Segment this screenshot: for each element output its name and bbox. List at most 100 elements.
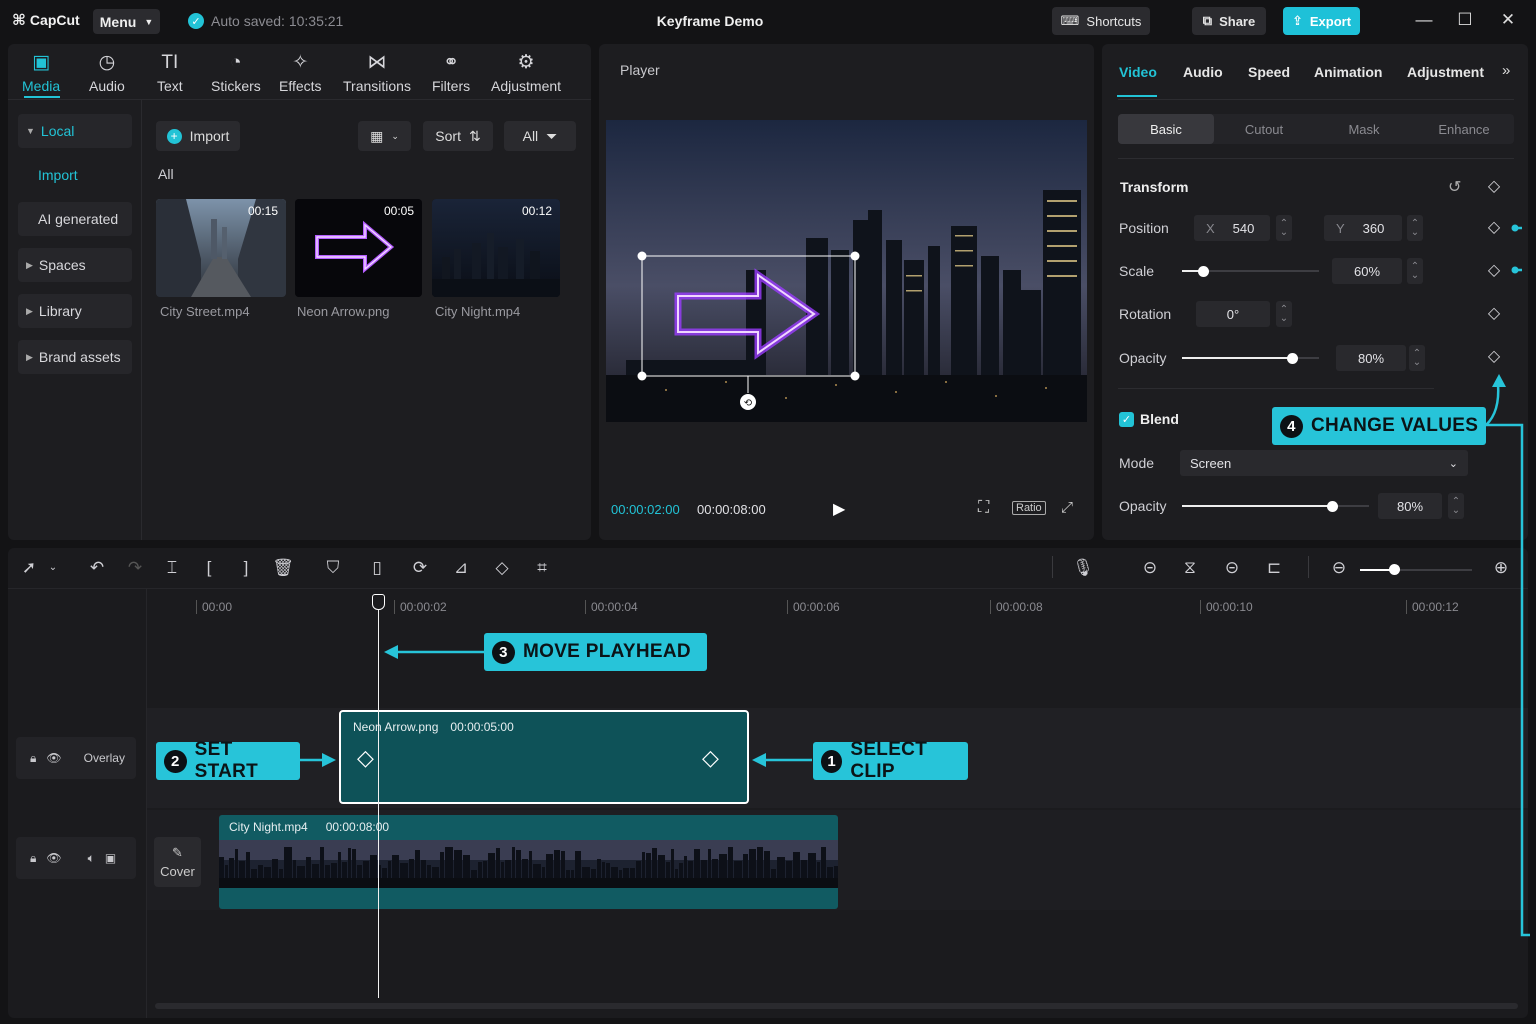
media-thumb-neon-arrow[interactable]: 00:05 xyxy=(295,199,422,297)
position-x-field[interactable]: X 540 xyxy=(1194,215,1270,241)
link-clips-icon[interactable]: ⊝ xyxy=(1221,558,1243,578)
tab-media[interactable]: ▣ Media xyxy=(22,52,60,94)
blend-opacity-stepper[interactable]: ⌃ ⌄ xyxy=(1448,493,1464,519)
maximize-icon[interactable]: ☐ xyxy=(1453,10,1477,30)
subtab-cutout[interactable]: Cutout xyxy=(1216,114,1312,144)
cover-button[interactable]: ✎ Cover xyxy=(154,837,201,887)
overlay-clip-neon-arrow[interactable]: Neon Arrow.png 00:00:05:00 ◇ ◇ xyxy=(339,710,749,804)
tab-transitions[interactable]: ⋈ Transitions xyxy=(343,52,411,94)
tab-filters[interactable]: ⚭ Filters xyxy=(432,52,470,94)
scale-slider-knob[interactable] xyxy=(1197,266,1209,277)
blend-opacity-slider-knob[interactable] xyxy=(1326,501,1338,512)
chevron-down-icon[interactable]: ⌄ xyxy=(42,562,64,573)
eye-icon[interactable]: 👁︎ xyxy=(46,751,61,765)
tab-video[interactable]: Video xyxy=(1119,64,1157,80)
minimize-icon[interactable]: — xyxy=(1412,10,1436,30)
sidebar-item-ai-generated[interactable]: AI generated xyxy=(18,202,132,236)
scale-keyframe-icon[interactable]: ◇ xyxy=(1486,263,1502,279)
sidebar-item-spaces[interactable]: ▶ Spaces xyxy=(18,248,132,282)
y-stepper[interactable]: ⌃ ⌄ xyxy=(1407,215,1423,241)
close-icon[interactable]: ✕ xyxy=(1496,10,1520,30)
select-cursor-icon[interactable]: ➚ xyxy=(18,558,40,578)
trim-right-icon[interactable]: ] xyxy=(235,558,257,578)
delete-icon[interactable]: 🗑 xyxy=(272,558,294,578)
tab-stickers[interactable]: ◔ Stickers xyxy=(211,52,261,94)
zoom-out-icon[interactable]: ⊖ xyxy=(1328,558,1350,578)
export-button[interactable]: ⇪ Export xyxy=(1283,7,1360,35)
blend-opacity-field[interactable]: 80% xyxy=(1378,493,1442,519)
sort-button[interactable]: Sort ⇅ xyxy=(423,121,493,151)
marker-icon[interactable]: ⛉ xyxy=(322,558,344,578)
lock-icon[interactable]: 🔒︎ xyxy=(30,851,36,866)
rotation-keyframe-icon[interactable]: ◇ xyxy=(1486,306,1502,322)
tab-text[interactable]: TI Text xyxy=(157,52,183,94)
x-stepper[interactable]: ⌃ ⌄ xyxy=(1276,215,1292,241)
video-clip-city-night[interactable]: City Night.mp4 00:00:08:00 xyxy=(219,815,838,909)
redo-icon[interactable]: ↷ xyxy=(124,558,146,578)
opacity-slider-knob[interactable] xyxy=(1286,353,1298,364)
link-icon[interactable]: ⊝ xyxy=(1139,558,1161,578)
tab-audio[interactable]: Audio xyxy=(1183,64,1223,80)
crop-icon[interactable]: ⌗ xyxy=(531,558,553,578)
rotation-field[interactable]: 0° xyxy=(1196,301,1270,327)
speed-icon[interactable]: ⟳ xyxy=(409,558,431,578)
chevron-right-icon[interactable]: » xyxy=(1502,62,1510,79)
play-icon[interactable]: ▶ xyxy=(833,499,845,519)
scale-slider[interactable] xyxy=(1182,266,1319,277)
split-screen-icon[interactable]: ⊏ xyxy=(1263,558,1285,578)
preview-canvas[interactable]: ⟲ xyxy=(606,120,1087,422)
opacity-field[interactable]: 80% xyxy=(1336,345,1406,371)
blend-opacity-slider[interactable] xyxy=(1182,501,1369,512)
sidebar-item-library[interactable]: ▶ Library xyxy=(18,294,132,328)
tab-animation[interactable]: Animation xyxy=(1314,64,1382,80)
tab-adjustment[interactable]: ⚙ Adjustment xyxy=(491,52,561,94)
menu-button[interactable]: Menu ▼ xyxy=(93,9,160,34)
reset-icon[interactable]: ↺ xyxy=(1448,177,1461,197)
end-keyframe-icon[interactable]: ◇ xyxy=(702,745,719,771)
subtab-mask[interactable]: Mask xyxy=(1316,114,1412,144)
tab-speed[interactable]: Speed xyxy=(1248,64,1290,80)
lock-icon[interactable]: 🔒︎ xyxy=(30,751,36,766)
tab-audio[interactable]: ◷ Audio xyxy=(89,52,125,94)
media-thumb-city-street[interactable]: 00:15 xyxy=(156,199,286,297)
zoom-in-icon[interactable]: ⊕ xyxy=(1490,558,1512,578)
opacity-keyframe-icon[interactable]: ◇ xyxy=(1486,349,1502,365)
filter-button[interactable]: All ⏷ xyxy=(504,121,576,151)
freeze-icon[interactable]: ▯ xyxy=(366,558,388,578)
tab-effects[interactable]: ✧ Effects xyxy=(279,52,322,94)
playhead-handle[interactable] xyxy=(372,594,385,610)
mode-select[interactable]: Screen ⌄ xyxy=(1180,450,1468,476)
shortcuts-button[interactable]: ⌨ Shortcuts xyxy=(1052,7,1150,35)
mirror-icon[interactable]: ⊿ xyxy=(450,558,472,578)
share-button[interactable]: ⧉ Share xyxy=(1192,7,1266,35)
snap-icon[interactable]: ⧖ xyxy=(1179,558,1201,578)
opacity-stepper[interactable]: ⌃ ⌄ xyxy=(1409,345,1425,371)
scale-field[interactable]: 60% xyxy=(1332,258,1402,284)
timeline-scrollbar[interactable] xyxy=(155,1003,1518,1009)
undo-icon[interactable]: ↶ xyxy=(86,558,108,578)
playhead[interactable] xyxy=(378,596,379,998)
trim-left-icon[interactable]: [ xyxy=(198,558,220,578)
blend-toggle[interactable]: ✓ Blend xyxy=(1119,411,1179,427)
sidebar-item-import[interactable]: Import xyxy=(18,158,132,192)
tab-adjustment[interactable]: Adjustment xyxy=(1407,64,1484,80)
microphone-icon[interactable]: 🎙 xyxy=(1072,558,1094,578)
view-toggle[interactable]: ▦ ⌄ xyxy=(358,121,411,151)
opacity-slider[interactable] xyxy=(1182,353,1319,364)
zoom-slider-knob[interactable] xyxy=(1389,564,1400,575)
volume-icon[interactable]: 🔈︎ xyxy=(88,851,95,866)
subtab-enhance[interactable]: Enhance xyxy=(1416,114,1512,144)
import-button[interactable]: + Import xyxy=(156,121,240,151)
position-keyframe-icon[interactable]: ◇ xyxy=(1486,220,1502,236)
eye-icon[interactable]: 👁︎ xyxy=(46,851,61,865)
sidebar-item-brand-assets[interactable]: ▶ Brand assets xyxy=(18,340,132,374)
media-thumb-city-night[interactable]: 00:12 xyxy=(432,199,560,297)
ratio-button[interactable]: Ratio xyxy=(1012,501,1046,515)
subtab-basic[interactable]: Basic xyxy=(1118,114,1214,144)
keyframe-icon[interactable]: ◇ xyxy=(1486,179,1502,195)
fullscreen-icon[interactable]: ⤢ xyxy=(1061,499,1073,516)
zoom-fit-icon[interactable]: ⛶ xyxy=(978,499,989,517)
cover-toggle-icon[interactable]: ▣ xyxy=(105,851,116,865)
split-icon[interactable]: ⌶ xyxy=(161,558,183,578)
rotate-icon[interactable]: ◇ xyxy=(491,558,513,578)
